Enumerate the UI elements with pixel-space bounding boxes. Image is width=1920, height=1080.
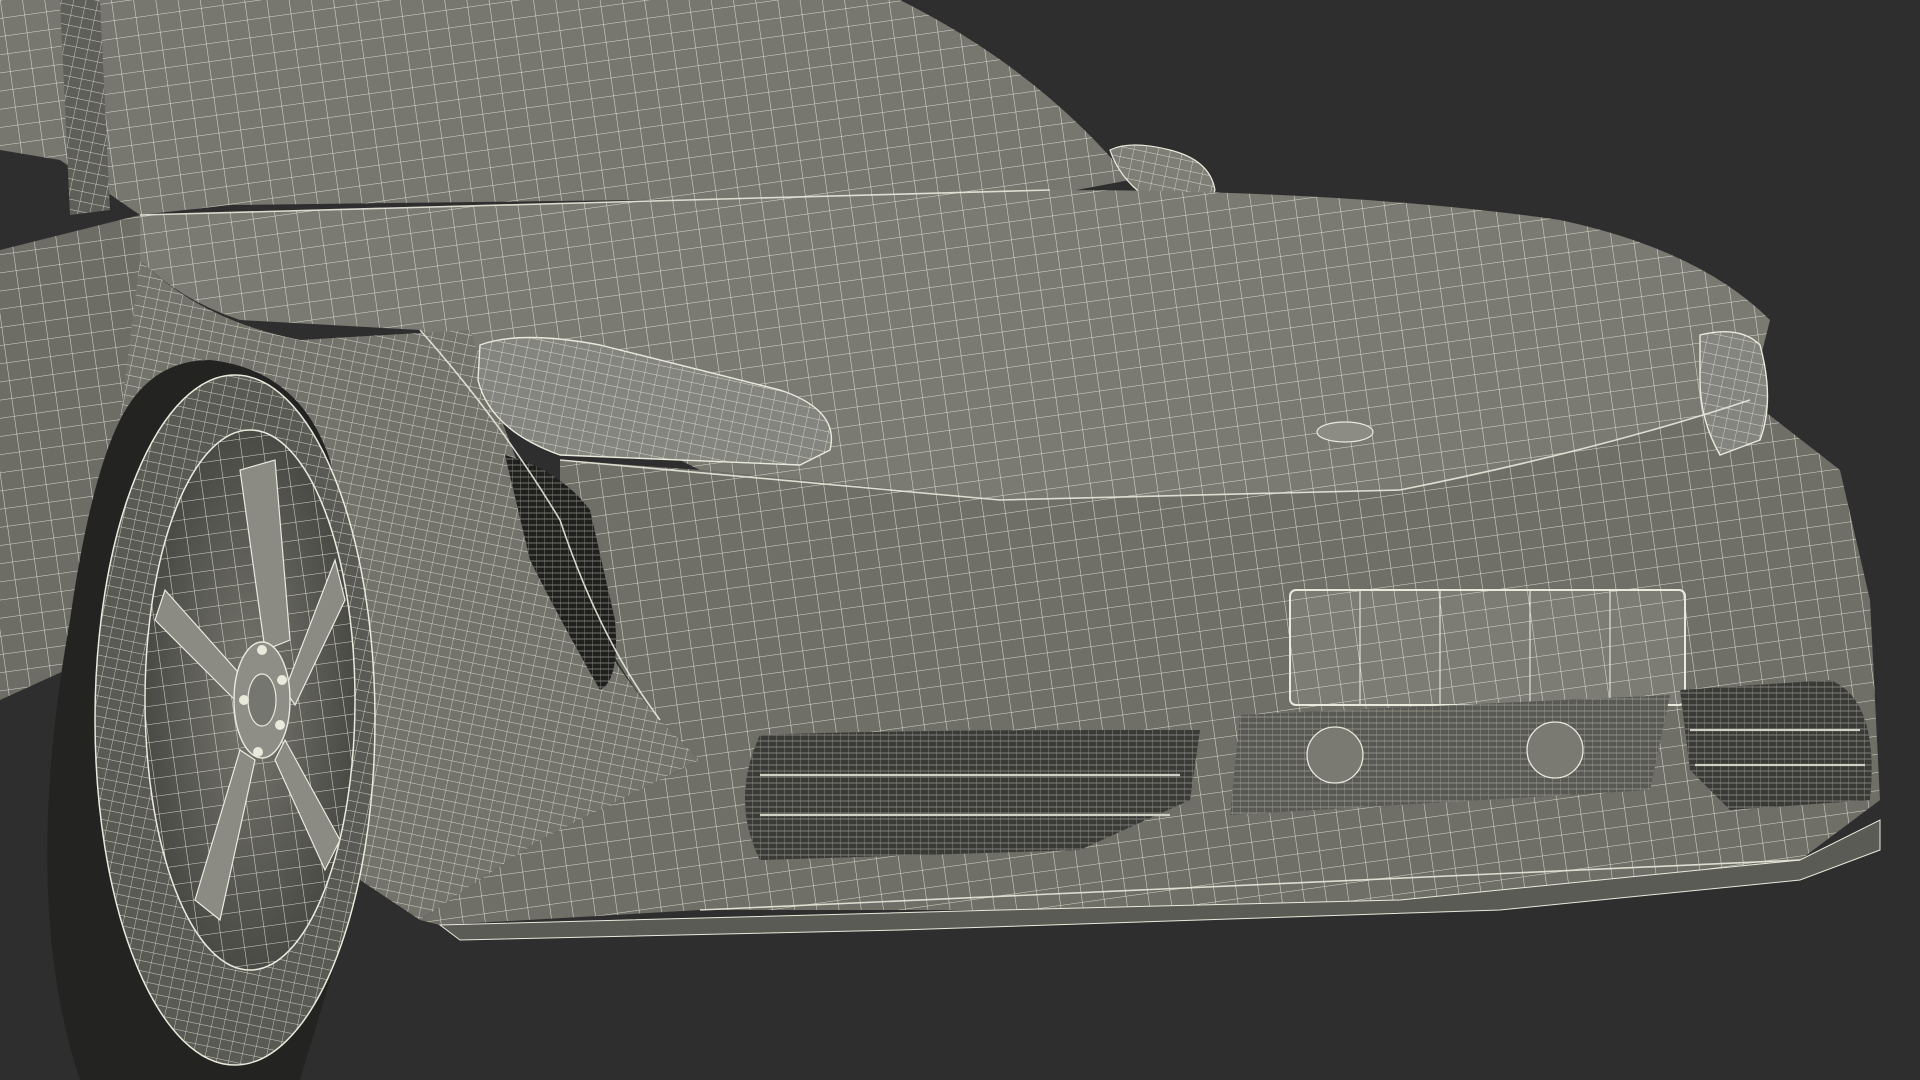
sensor-left bbox=[1306, 726, 1364, 784]
wheel-hub bbox=[233, 641, 291, 759]
hood-badge bbox=[1316, 421, 1374, 443]
license-plate bbox=[1289, 589, 1686, 706]
car-wireframe-render bbox=[0, 0, 1920, 1080]
sensor-right bbox=[1526, 721, 1584, 779]
render-viewport bbox=[0, 0, 1920, 1080]
